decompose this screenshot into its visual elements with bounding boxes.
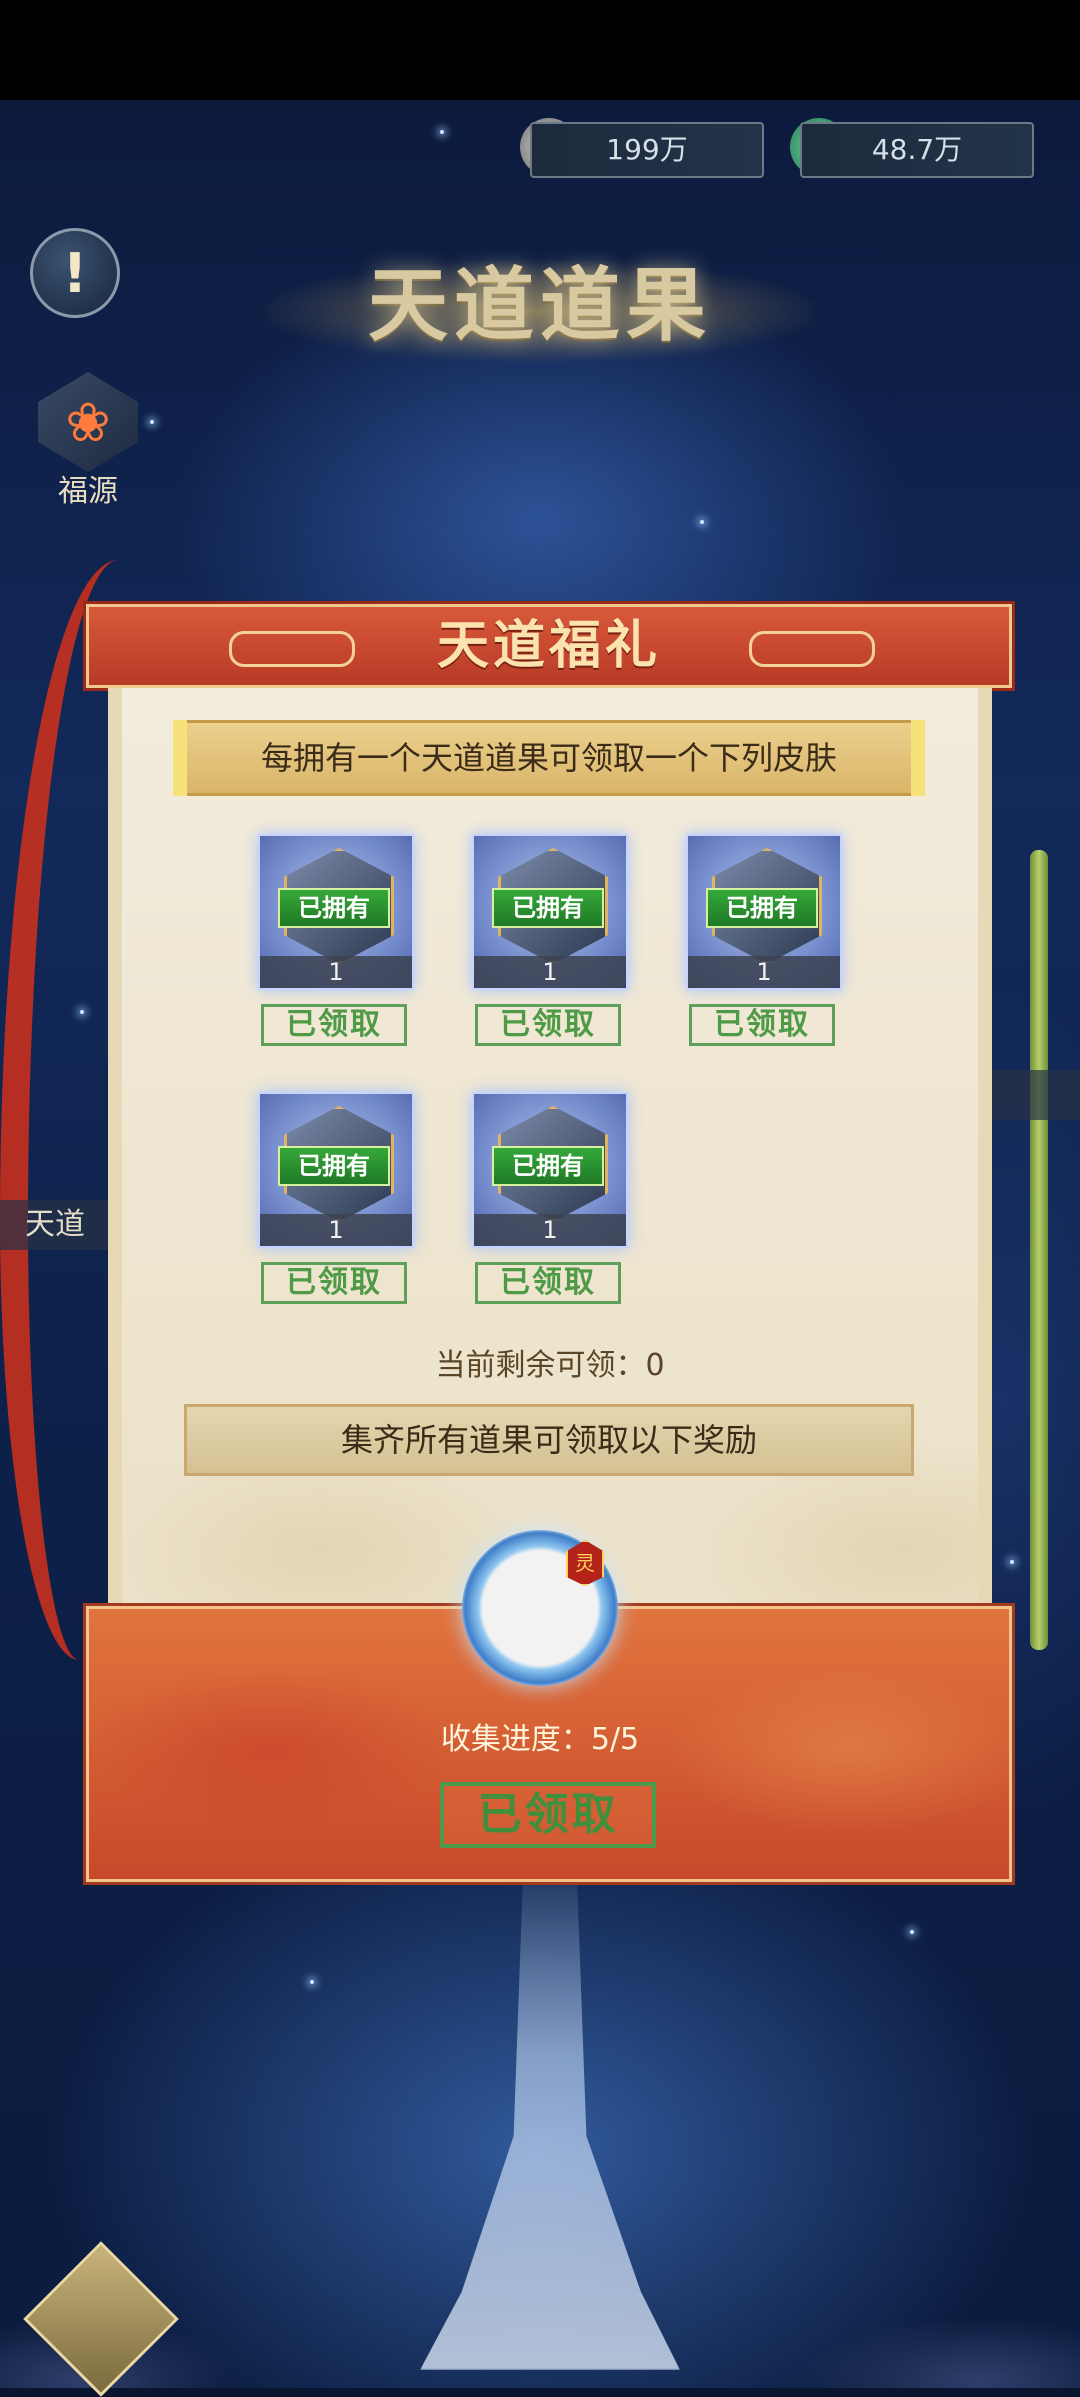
star [310, 1980, 314, 1984]
skin-item[interactable]: 已拥有 1 已领取 [472, 1092, 628, 1304]
currency-jade[interactable]: 48.7万 [800, 122, 1034, 178]
claimed-stamp: 已领取 [475, 1262, 621, 1304]
side-label-right[interactable] [990, 1070, 1080, 1120]
item-count: 1 [260, 1214, 412, 1246]
panel-header: 天道福礼 [86, 604, 1012, 688]
claimed-stamp: 已领取 [261, 1004, 407, 1046]
star [910, 1930, 914, 1934]
star [440, 130, 444, 134]
owned-badge: 已拥有 [278, 888, 390, 928]
skin-frame: 已拥有 1 [472, 834, 628, 990]
currency-value: 48.7万 [871, 133, 963, 166]
collection-progress: 收集进度：5/5 [440, 1722, 640, 1757]
skin-frame: 已拥有 1 [686, 834, 842, 990]
skin-item[interactable]: 已拥有 1 已领取 [258, 834, 414, 1046]
final-claimed-stamp: 已领取 [440, 1782, 656, 1848]
item-count: 1 [688, 956, 840, 988]
lotus-icon: ❀ [38, 372, 138, 472]
collect-all-banner: 集齐所有道果可领取以下奖励 [184, 1404, 914, 1476]
item-count: 1 [474, 1214, 626, 1246]
bamboo-decoration [1030, 850, 1048, 1650]
owned-badge: 已拥有 [706, 888, 818, 928]
panel-title: 天道福礼 [436, 615, 661, 676]
skin-frame: 已拥有 1 [258, 834, 414, 990]
help-button[interactable]: ! [30, 228, 120, 318]
skin-frame: 已拥有 1 [472, 1092, 628, 1248]
star [150, 420, 154, 424]
fuyuan-button[interactable]: ❀ 福源 [26, 372, 150, 509]
skin-frame: 已拥有 1 [258, 1092, 414, 1248]
fuyuan-label: 福源 [58, 474, 118, 509]
claimed-stamp: 已领取 [261, 1262, 407, 1304]
item-count: 1 [260, 956, 412, 988]
page-title: 天道道果 [150, 240, 930, 370]
skin-item[interactable]: 已拥有 1 已领取 [472, 834, 628, 1046]
currency-value: 199万 [606, 133, 688, 166]
status-bar-area [0, 0, 1080, 100]
owned-badge: 已拥有 [492, 888, 604, 928]
remaining-count: 当前剩余可领：0 [435, 1348, 665, 1383]
claimed-stamp: 已领取 [689, 1004, 835, 1046]
exclamation-icon: ! [62, 241, 88, 305]
skin-item[interactable]: 已拥有 1 已领取 [686, 834, 842, 1046]
item-count: 1 [474, 956, 626, 988]
star [1010, 1560, 1014, 1564]
owned-badge: 已拥有 [492, 1146, 604, 1186]
info-banner: 每拥有一个天道道果可领取一个下列皮肤 [173, 720, 925, 796]
skin-item[interactable]: 已拥有 1 已领取 [258, 1092, 414, 1304]
currency-taiji[interactable]: 199万 [530, 122, 764, 178]
side-label-tiandao[interactable]: 天道 [0, 1200, 110, 1250]
claimed-stamp: 已领取 [475, 1004, 621, 1046]
owned-badge: 已拥有 [278, 1146, 390, 1186]
star [700, 520, 704, 524]
